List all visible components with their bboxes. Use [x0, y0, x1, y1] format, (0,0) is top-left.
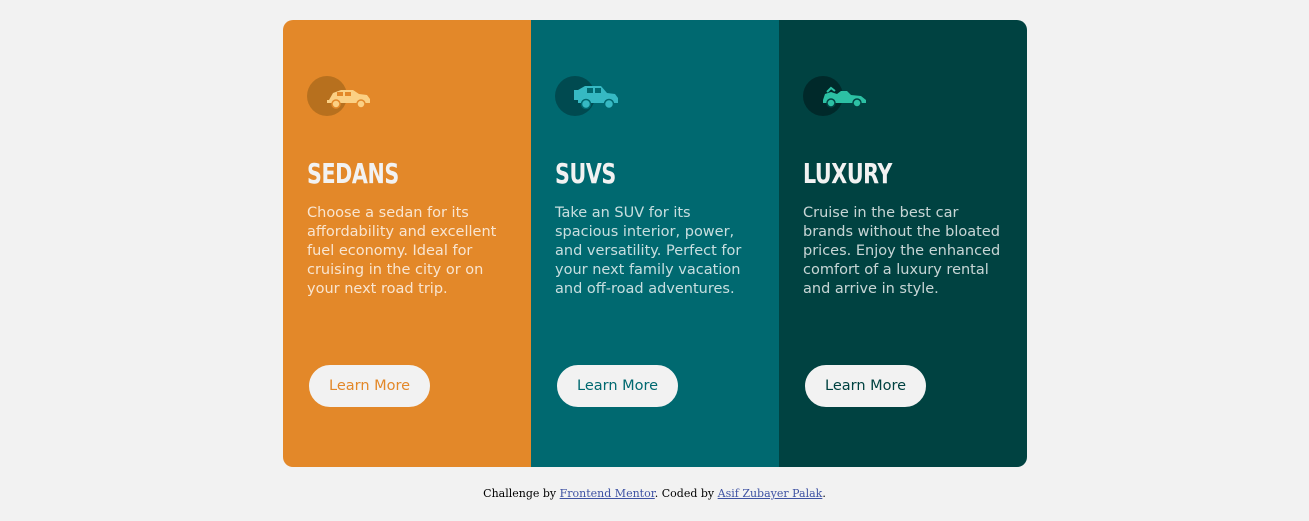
sedan-car-shape	[327, 90, 370, 109]
card-description: Take an SUV for its spacious interior, p…	[555, 205, 742, 297]
suv-car-shape	[574, 86, 618, 110]
car-cards-container: SEDANS Choose a sedan for its affordabil…	[283, 20, 1027, 467]
author-link[interactable]: Asif Zubayer Palak	[718, 487, 823, 500]
card-luxury: LUXURY Cruise in the best car brands wit…	[779, 20, 1027, 467]
attribution-middle: . Coded by	[654, 487, 718, 500]
luxury-car-shape	[823, 86, 866, 108]
card-title: SUVS	[555, 157, 616, 190]
learn-more-button[interactable]: Learn More	[555, 363, 681, 409]
card-title: SEDANS	[307, 157, 399, 190]
attribution: Challenge by Frontend Mentor. Coded by A…	[0, 487, 1309, 500]
learn-more-button[interactable]: Learn More	[307, 363, 433, 409]
frontend-mentor-link[interactable]: Frontend Mentor	[560, 487, 655, 500]
sedan-car-icon	[307, 76, 373, 116]
luxury-car-icon	[803, 76, 869, 116]
attribution-suffix: .	[822, 487, 826, 500]
attribution-prefix: Challenge by	[483, 487, 560, 500]
card-suvs: SUVS Take an SUV for its spacious interi…	[531, 20, 779, 467]
card-sedans: SEDANS Choose a sedan for its affordabil…	[283, 20, 531, 467]
suv-car-icon	[555, 76, 621, 116]
card-description: Cruise in the best car brands without th…	[803, 205, 1001, 297]
learn-more-button[interactable]: Learn More	[803, 363, 929, 409]
card-title: LUXURY	[803, 157, 892, 190]
card-description: Choose a sedan for its affordability and…	[307, 205, 497, 297]
